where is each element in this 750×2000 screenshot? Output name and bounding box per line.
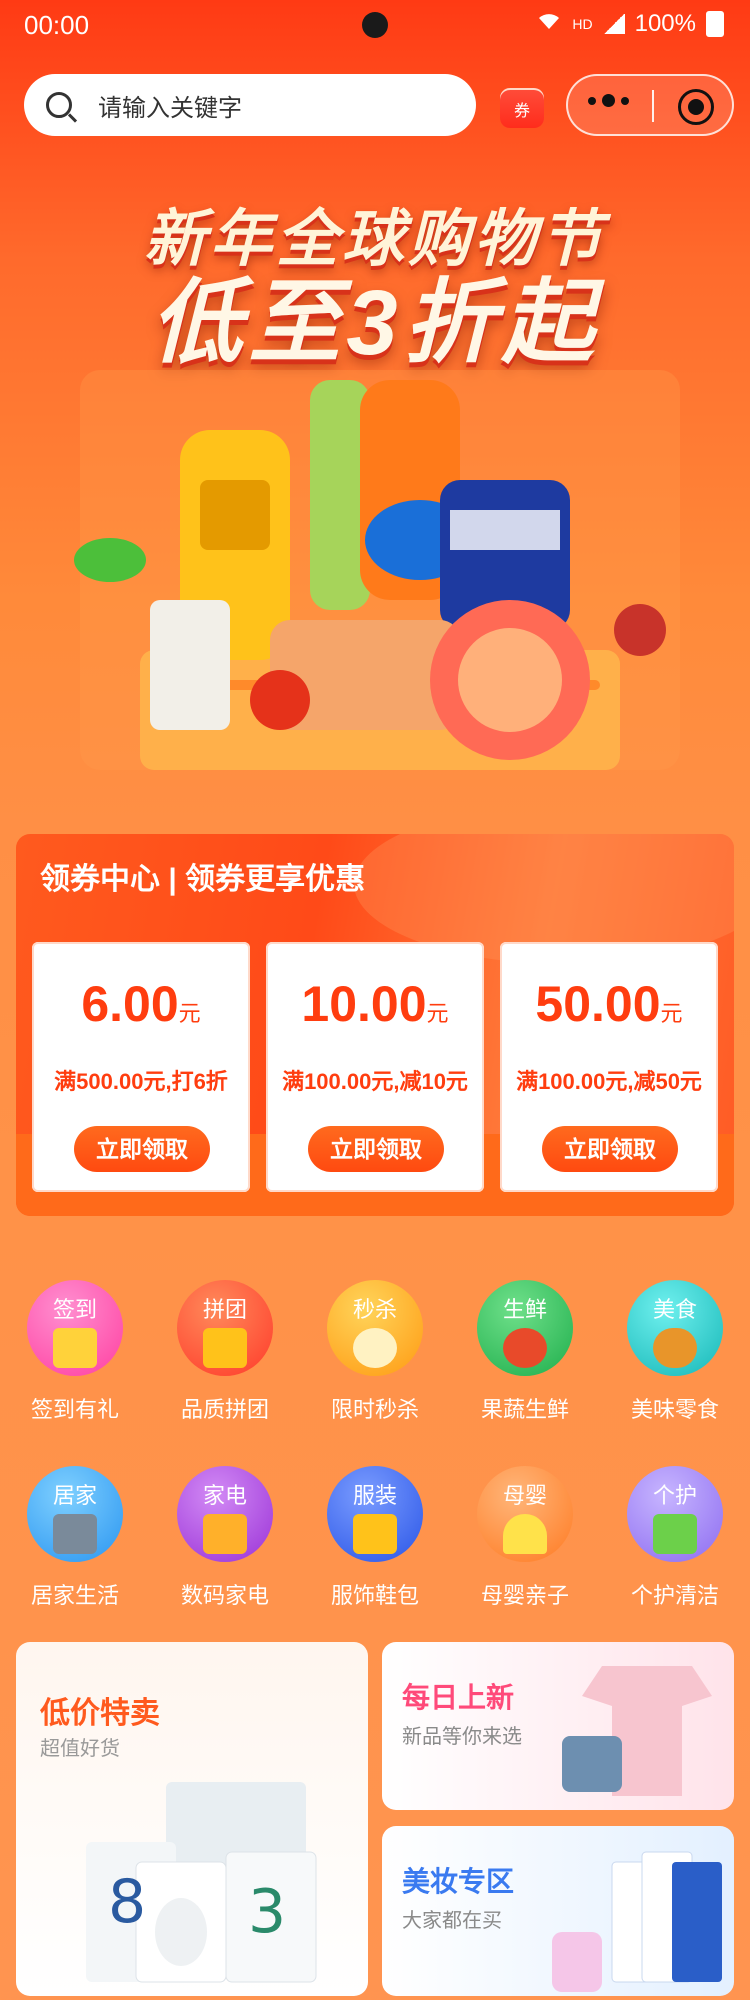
status-time: 00:00 xyxy=(24,10,90,40)
promo-subtitle: 大家都在买 xyxy=(402,1910,502,1932)
category-apparel[interactable]: 服装 服饰鞋包 xyxy=(310,1466,440,1610)
promo-low-price[interactable]: 低价特卖 超值好货 8 3 xyxy=(16,1642,368,1996)
coupon-amount: 10.00元 xyxy=(301,976,449,1032)
coupon-condition: 满100.00元,减50元 xyxy=(516,1069,702,1094)
coupon-card: 10.00元 满100.00元,减10元 立即领取 xyxy=(266,942,484,1192)
promo-title: 低价特卖 xyxy=(40,1697,160,1730)
svg-text:3: 3 xyxy=(248,1877,286,1947)
category-group-buy[interactable]: 拼团 品质拼团 xyxy=(160,1280,290,1424)
category-electronics[interactable]: 家电 数码家电 xyxy=(160,1466,290,1610)
shirt-icon: 服装 xyxy=(327,1466,423,1562)
status-bar: 00:00 HD 100% xyxy=(0,0,750,52)
cosmetics-image xyxy=(552,1851,722,1992)
promo-daily-new[interactable]: 每日上新 新品等你来选 xyxy=(382,1642,734,1810)
mini-program-capsule xyxy=(566,74,734,136)
baby-hat-icon: 母婴 xyxy=(477,1466,573,1562)
coupon-center-title: 领券中心 | 领券更享优惠 xyxy=(40,863,366,896)
alarm-clock-icon: 秒杀 xyxy=(327,1280,423,1376)
burger-icon: 美食 xyxy=(627,1280,723,1376)
battery-text: 100% xyxy=(634,10,696,37)
battery-icon xyxy=(706,11,724,37)
face-mask-products-image: 8 3 xyxy=(86,1782,317,1983)
coupon-condition: 满500.00元,打6折 xyxy=(54,1069,228,1094)
coupon-amount: 50.00元 xyxy=(535,976,683,1032)
category-flash-sale[interactable]: 秒杀 限时秒杀 xyxy=(310,1280,440,1424)
category-snacks[interactable]: 美食 美味零食 xyxy=(610,1280,740,1424)
claim-coupon-button[interactable]: 立即领取 xyxy=(542,1126,678,1172)
clothing-and-bag-image xyxy=(562,1666,712,1796)
promo-subtitle: 新品等你来选 xyxy=(402,1726,522,1748)
coupon-card: 50.00元 满100.00元,减50元 立即领取 xyxy=(500,942,718,1192)
search-placeholder: 请输入关键字 xyxy=(98,94,242,122)
status-icons: HD 100% xyxy=(536,10,724,38)
vegetable-icon: 生鲜 xyxy=(477,1280,573,1376)
shopping-bag-icon: 拼团 xyxy=(177,1280,273,1376)
hero-shopping-basket-illustration[interactable] xyxy=(70,360,690,780)
close-icon[interactable] xyxy=(678,89,714,125)
coupon-condition: 满100.00元,减10元 xyxy=(282,1069,468,1094)
promo-title: 美妆专区 xyxy=(402,1866,515,1897)
promo-beauty[interactable]: 美妆专区 大家都在买 xyxy=(382,1826,734,1996)
category-baby[interactable]: 母婴 母婴亲子 xyxy=(460,1466,590,1610)
promo-title: 每日上新 xyxy=(402,1682,515,1713)
gift-icon: 签到 xyxy=(27,1280,123,1376)
bottle-icon: 个护 xyxy=(627,1466,723,1562)
category-fresh[interactable]: 生鲜 果蔬生鲜 xyxy=(460,1280,590,1424)
coupon-center: 领券中心 | 领券更享优惠 6.00元 满500.00元,打6折 立即领取 10… xyxy=(16,834,734,1216)
svg-text:8: 8 xyxy=(108,1867,146,1937)
coupon-amount: 6.00元 xyxy=(81,976,201,1032)
category-checkin[interactable]: 签到 签到有礼 xyxy=(10,1280,140,1424)
claim-coupon-button[interactable]: 立即领取 xyxy=(308,1126,444,1172)
search-bar[interactable]: 请输入关键字 xyxy=(24,74,476,136)
claim-coupon-button[interactable]: 立即领取 xyxy=(74,1126,210,1172)
promo-subtitle: 超值好货 xyxy=(40,1738,120,1760)
category-personal-care[interactable]: 个护 个护清洁 xyxy=(610,1466,740,1610)
pot-icon: 居家 xyxy=(27,1466,123,1562)
camera-notch xyxy=(362,12,388,38)
appliance-icon: 家电 xyxy=(177,1466,273,1562)
category-home[interactable]: 居家 居家生活 xyxy=(10,1466,140,1610)
coupon-icon[interactable]: 券 xyxy=(500,88,544,128)
more-icon[interactable] xyxy=(588,94,629,107)
wifi-icon xyxy=(536,10,562,38)
coupon-card: 6.00元 满500.00元,打6折 立即领取 xyxy=(32,942,250,1192)
capsule-divider xyxy=(652,90,654,122)
signal-icon xyxy=(602,14,625,34)
search-icon xyxy=(46,92,72,118)
hd-badge: HD xyxy=(572,16,593,32)
